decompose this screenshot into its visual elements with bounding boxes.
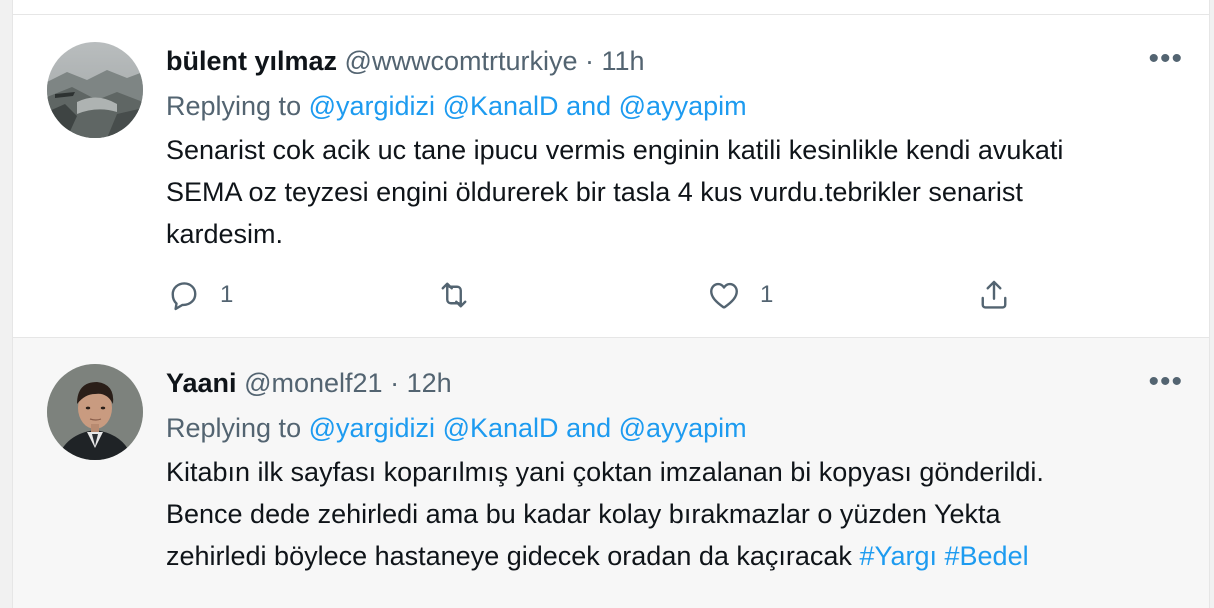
more-dots-icon[interactable]: ••• — [1148, 44, 1183, 74]
share-upload-icon — [981, 280, 1007, 309]
reply-count: 1 — [220, 281, 234, 308]
replying-to-line: Replying to @yargidizi @KanalD and @ayya… — [166, 411, 747, 445]
separator-dot: · — [585, 46, 594, 76]
tweet-text-line: SEMA oz teyzesi engini öldurerek bir tas… — [166, 177, 1023, 207]
author-name[interactable]: bülent yılmaz — [166, 46, 337, 76]
mention-link[interactable]: @yargidizi — [309, 91, 435, 121]
mention-link[interactable]: @ayyapim — [619, 91, 747, 121]
replying-to-line: Replying to @yargidizi @KanalD and @ayya… — [166, 89, 747, 123]
avatar-landscape-image — [47, 42, 143, 138]
tweet-text-line: Bence dede zehirledi ama bu kadar kolay … — [166, 499, 1001, 529]
like-count: 1 — [760, 281, 774, 308]
speech-bubble-icon — [171, 282, 197, 311]
tweet-header: bülent yılmaz @wwwcomtrturkiye · 11h — [166, 44, 645, 78]
timestamp[interactable]: 11h — [602, 46, 645, 76]
hashtag-link[interactable]: #Yargı — [859, 541, 937, 571]
tweet-text-line: Kitabın ilk sayfası koparılmış yani çokt… — [166, 457, 1044, 487]
mention-link[interactable]: @yargidizi — [309, 413, 435, 443]
tweet-text-line: kardesim. — [166, 219, 284, 249]
tweet-card-2[interactable]: Yaani @monelf21 · 12h ••• Replying to @y… — [13, 338, 1209, 608]
left-frame-edge — [0, 0, 13, 608]
avatar[interactable] — [47, 42, 143, 138]
author-handle[interactable]: @monelf21 — [244, 368, 382, 398]
reply-button[interactable]: 1 — [166, 277, 233, 313]
avatar-portrait-image — [47, 364, 143, 460]
author-name[interactable]: Yaani — [166, 368, 237, 398]
mention-link[interactable]: @KanalD — [443, 413, 559, 443]
more-dots-icon[interactable]: ••• — [1148, 367, 1183, 397]
avatar[interactable] — [47, 364, 143, 460]
mention-conjunction: and — [566, 91, 612, 121]
timestamp[interactable]: 12h — [407, 368, 452, 398]
replying-to-label: Replying to — [166, 413, 302, 443]
author-handle[interactable]: @wwwcomtrturkiye — [345, 46, 578, 76]
tweet-text: Senarist cok acik uc tane ipucu vermis e… — [166, 129, 1176, 255]
mention-link[interactable]: @KanalD — [443, 91, 559, 121]
replying-to-label: Replying to — [166, 91, 302, 121]
like-button[interactable]: 1 — [706, 277, 773, 313]
tweet-text-line: zehirledi böylece hastaneye gidecek orad… — [166, 541, 852, 571]
separator-dot: · — [390, 368, 400, 398]
tweet-text-line-last: zehirledi böylece hastaneye gidecek orad… — [166, 535, 1176, 577]
share-button[interactable] — [976, 277, 1012, 313]
tweet-text-line: Senarist cok acik uc tane ipucu vermis e… — [166, 135, 1064, 165]
heart-icon — [710, 282, 738, 309]
hashtag-link[interactable]: #Bedel — [945, 541, 1029, 571]
retweet-button[interactable] — [436, 277, 490, 313]
tweet-text: Kitabın ilk sayfası koparılmış yani çokt… — [166, 451, 1176, 577]
mention-link[interactable]: @ayyapim — [619, 413, 747, 443]
tweet-header: Yaani @monelf21 · 12h — [166, 366, 452, 400]
tweet-card-1[interactable]: bülent yılmaz @wwwcomtrturkiye · 11h •••… — [13, 15, 1209, 337]
right-frame-edge — [1209, 0, 1214, 608]
tweet-actions: 1 1 — [166, 277, 1046, 313]
mention-conjunction: and — [566, 413, 612, 443]
retweet-arrows-icon — [441, 282, 467, 308]
